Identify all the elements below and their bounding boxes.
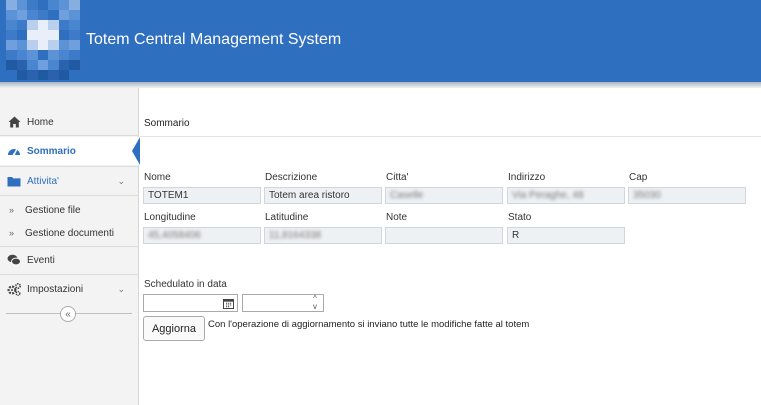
sidebar-item-impostazioni[interactable]: Impostazioni ⌄ <box>0 277 139 301</box>
double-chevron-right-icon: » <box>9 228 15 238</box>
sidebar-item-label: Attivita' <box>27 175 59 187</box>
sidebar-divider <box>0 274 139 275</box>
gears-icon <box>7 282 21 296</box>
sidebar-divider <box>0 195 139 196</box>
sidebar-item-eventi[interactable]: Eventi <box>0 248 139 272</box>
app-title: Totem Central Management System <box>86 31 342 48</box>
comments-icon <box>7 253 21 267</box>
citta-field[interactable]: Caselle <box>385 187 503 204</box>
longitudine-value: 45,4058406 <box>148 230 201 241</box>
label-latitudine: Latitudine <box>265 212 309 223</box>
latitudine-field[interactable]: 11,8164338 <box>264 227 382 244</box>
indirizzo-field[interactable]: Via Peraghe, 48 <box>507 187 625 204</box>
sidebar-item-attivita[interactable]: Attivita' ⌄ <box>0 168 139 194</box>
cap-value: 35030 <box>633 190 661 201</box>
cap-field[interactable]: 35030 <box>628 187 746 204</box>
citta-value: Caselle <box>390 190 424 201</box>
nome-field[interactable]: TOTEM1 <box>143 187 261 204</box>
sidebar-divider <box>0 246 139 247</box>
label-stato: Stato <box>508 212 532 223</box>
label-descrizione: Descrizione <box>265 172 318 183</box>
breadcrumb-divider <box>140 136 761 137</box>
double-chevron-left-icon: « <box>65 308 71 320</box>
label-note: Note <box>386 212 408 223</box>
app-header: Totem Central Management System <box>0 0 761 82</box>
sidebar-item-label: Eventi <box>27 254 55 266</box>
home-icon <box>7 115 21 129</box>
sidebar-divider <box>0 166 139 167</box>
spinner-down-icon[interactable]: v <box>313 303 317 311</box>
sidebar-item-label: Sommario <box>27 145 76 157</box>
sidebar-subitem-gestione-documenti[interactable]: » Gestione documenti <box>0 223 139 243</box>
schedule-date-input[interactable] <box>143 294 221 312</box>
time-spinner[interactable]: ^ v <box>307 295 323 311</box>
double-chevron-right-icon: » <box>9 205 15 215</box>
sidebar-collapse-button[interactable]: « <box>60 306 76 322</box>
dashboard-icon <box>7 144 21 158</box>
sidebar-item-label: Impostazioni <box>27 283 84 295</box>
sidebar-item-label: Home <box>27 116 54 128</box>
stato-field[interactable]: R <box>507 227 625 244</box>
label-schedulato: Schedulato in data <box>144 279 227 290</box>
sidebar-item-sommario[interactable]: Sommario <box>0 137 139 165</box>
sidebar-divider <box>0 135 139 136</box>
longitudine-field[interactable]: 45,4058406 <box>143 227 261 244</box>
label-cap: Cap <box>629 172 648 183</box>
sidebar-subitem-label: Gestione file <box>25 204 81 216</box>
sidebar-item-home[interactable]: Home <box>0 110 139 134</box>
app-logo <box>6 0 80 80</box>
label-citta: Citta' <box>386 172 409 183</box>
descrizione-field[interactable]: Totem area ristoro <box>264 187 382 204</box>
label-nome: Nome <box>144 172 171 183</box>
chevron-down-icon: ⌄ <box>117 175 125 186</box>
breadcrumb: Sommario <box>144 118 190 129</box>
latitudine-value: 11,8164338 <box>269 230 322 241</box>
label-longitudine: Longitudine <box>144 212 196 223</box>
calendar-icon <box>223 298 234 309</box>
aggiorna-button[interactable]: Aggiorna <box>143 316 205 341</box>
indirizzo-value: Via Peraghe, 48 <box>512 190 584 201</box>
sidebar-subitem-label: Gestione documenti <box>25 227 114 239</box>
folder-icon <box>7 174 21 188</box>
update-note: Con l'operazione di aggiornamento si inv… <box>208 319 530 330</box>
note-field[interactable] <box>385 227 503 244</box>
active-indicator <box>132 137 140 165</box>
chevron-down-icon: ⌄ <box>117 283 125 294</box>
calendar-button[interactable] <box>220 294 238 312</box>
sidebar-subitem-gestione-file[interactable]: » Gestione file <box>0 200 139 220</box>
label-indirizzo: Indirizzo <box>508 172 546 183</box>
